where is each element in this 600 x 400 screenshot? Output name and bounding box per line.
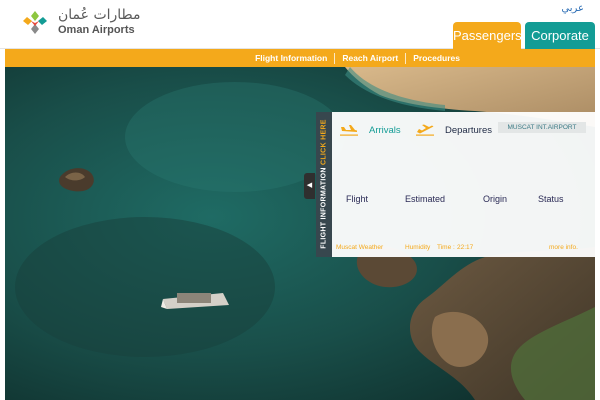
tab-passengers[interactable]: Passengers	[453, 22, 522, 49]
humidity-label: Humidity	[405, 244, 431, 251]
arrivals-label: Arrivals	[369, 124, 401, 136]
side-tab-click-here: CLICK HERE	[320, 119, 328, 166]
nav-item-procedures[interactable]: Procedures	[405, 52, 467, 64]
site-header: مطارات عُمان Oman Airports عربي Passenge…	[0, 0, 600, 49]
departures-toggle[interactable]: Departures	[416, 122, 492, 138]
departures-plane-icon	[416, 124, 434, 136]
passengers-nav-bar: Flight Information Reach Airport Procedu…	[5, 49, 595, 67]
arrivals-toggle[interactable]: Arrivals	[340, 122, 401, 138]
side-tab-label: FLIGHT INFORMATION	[320, 167, 328, 249]
nav-item-flight-information[interactable]: Flight Information	[248, 53, 334, 64]
nav-item-reach-airport[interactable]: Reach Airport	[334, 52, 405, 64]
arrivals-plane-icon	[340, 125, 358, 136]
tab-corporate[interactable]: Corporate	[525, 22, 595, 49]
weather-label: Muscat Weather	[336, 244, 384, 251]
flight-info-side-tab-text: FLIGHT INFORMATION CLICK HERE	[321, 119, 328, 249]
time-label: Time :	[437, 244, 455, 251]
language-switch-link[interactable]: عربي	[561, 3, 584, 14]
logo-arabic-text: مطارات عُمان	[58, 7, 141, 23]
column-header-estimated: Estimated	[405, 194, 446, 204]
time-value: 22:17	[457, 244, 474, 251]
column-header-status: Status	[538, 194, 564, 204]
flight-info-side-tab[interactable]: FLIGHT INFORMATION CLICK HERE	[316, 112, 332, 257]
oman-airports-logo-icon[interactable]	[20, 8, 50, 38]
column-header-origin: Origin	[483, 194, 508, 204]
more-info-link[interactable]: more info.	[549, 244, 578, 251]
airport-select[interactable]: MUSCAT INT.AIRPORT	[498, 122, 586, 133]
column-header-flight: Flight	[346, 194, 369, 204]
departures-label: Departures	[445, 124, 492, 136]
collapse-arrow-icon[interactable]: ◀	[304, 173, 315, 199]
logo-english-text: Oman Airports	[58, 24, 135, 36]
